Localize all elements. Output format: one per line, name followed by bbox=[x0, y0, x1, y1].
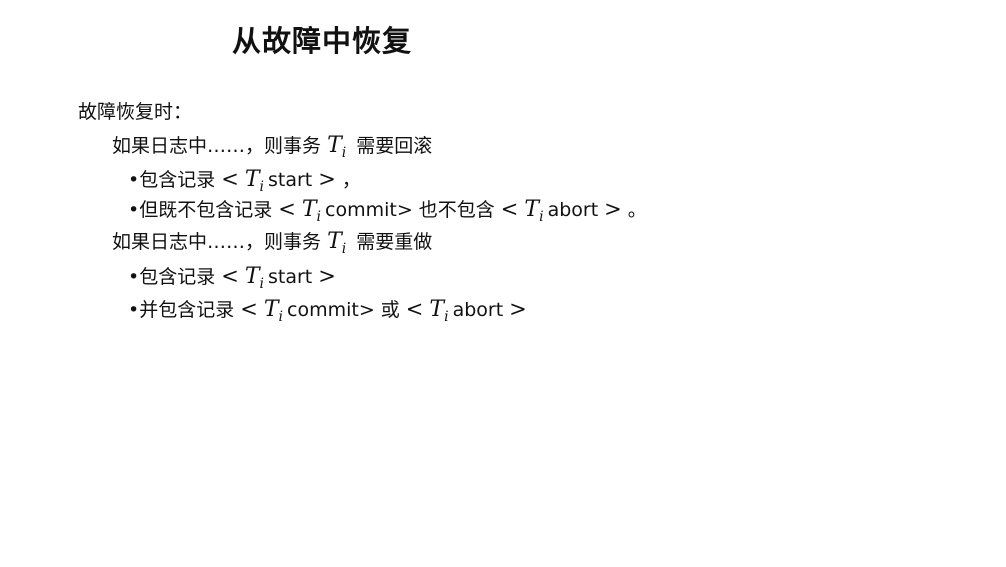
math-lt: < bbox=[221, 167, 239, 191]
math-subscript-i: i bbox=[341, 145, 347, 161]
redo-bullet-2-pre: •并包含记录 bbox=[128, 299, 235, 321]
undo-heading-pre: 如果日志中……，则事务 bbox=[112, 135, 322, 157]
math-T: T bbox=[429, 297, 445, 322]
redo-heading-pre: 如果日志中……，则事务 bbox=[112, 231, 322, 253]
redo-bullet-1: •包含记录 < Ti start > bbox=[128, 263, 342, 292]
slide-title: 从故障中恢复 bbox=[232, 24, 413, 58]
math-T: T bbox=[301, 197, 317, 222]
math-T: T bbox=[244, 264, 260, 289]
math-T: T bbox=[327, 133, 342, 158]
undo-bullet-2-pre: •但既不包含记录 bbox=[128, 199, 273, 221]
math-subscript-i: i bbox=[278, 309, 283, 325]
math-lt: < bbox=[500, 197, 519, 221]
math-T: T bbox=[263, 297, 279, 322]
undo-bullet-1-post: ， bbox=[341, 169, 361, 191]
undo-bullet-2-mid1: commit> 也不包含 bbox=[325, 199, 495, 221]
math-subscript-i: i bbox=[316, 209, 321, 225]
math-subscript-i: i bbox=[444, 309, 449, 325]
redo-bullet-2-mid2: abort bbox=[452, 299, 504, 321]
math-subscript-i: i bbox=[259, 179, 264, 195]
math-gt: > bbox=[318, 264, 336, 288]
math-lt: < bbox=[221, 264, 239, 288]
redo-bullet-2: •并包含记录 < Ti commit> 或 < Ti abort > bbox=[128, 296, 533, 325]
redo-bullet-1-pre: •包含记录 bbox=[128, 266, 216, 288]
math-T: T bbox=[524, 197, 540, 222]
undo-bullet-1-mid: start bbox=[268, 169, 313, 191]
math-gt: > bbox=[509, 297, 527, 321]
math-lt: < bbox=[405, 297, 424, 321]
math-T: T bbox=[244, 167, 260, 192]
redo-heading-post: 需要重做 bbox=[356, 231, 433, 253]
undo-heading-post: 需要回滚 bbox=[356, 135, 433, 157]
math-T: T bbox=[327, 229, 342, 254]
math-gt: > bbox=[318, 167, 336, 191]
math-subscript-i: i bbox=[259, 276, 264, 292]
undo-bullet-2-mid2: abort bbox=[547, 199, 599, 221]
undo-bullet-2: •但既不包含记录 < Ti commit> 也不包含 < Ti abort >。 bbox=[128, 196, 647, 225]
redo-heading: 如果日志中……，则事务 Ti 需要重做 bbox=[112, 229, 432, 257]
undo-bullet-2-post: 。 bbox=[627, 199, 647, 221]
redo-bullet-2-mid1: commit> 或 bbox=[287, 299, 400, 321]
undo-bullet-1: •包含记录 < Ti start >， bbox=[128, 166, 361, 195]
math-subscript-i: i bbox=[341, 241, 347, 257]
math-gt: > bbox=[604, 197, 622, 221]
math-subscript-i: i bbox=[539, 209, 544, 225]
undo-bullet-1-pre: •包含记录 bbox=[128, 169, 216, 191]
undo-heading: 如果日志中……，则事务 Ti 需要回滚 bbox=[112, 133, 432, 161]
math-lt: < bbox=[240, 297, 258, 321]
math-lt: < bbox=[278, 197, 296, 221]
intro-text: 故障恢复时： bbox=[78, 101, 193, 123]
redo-bullet-1-mid: start bbox=[268, 266, 313, 288]
